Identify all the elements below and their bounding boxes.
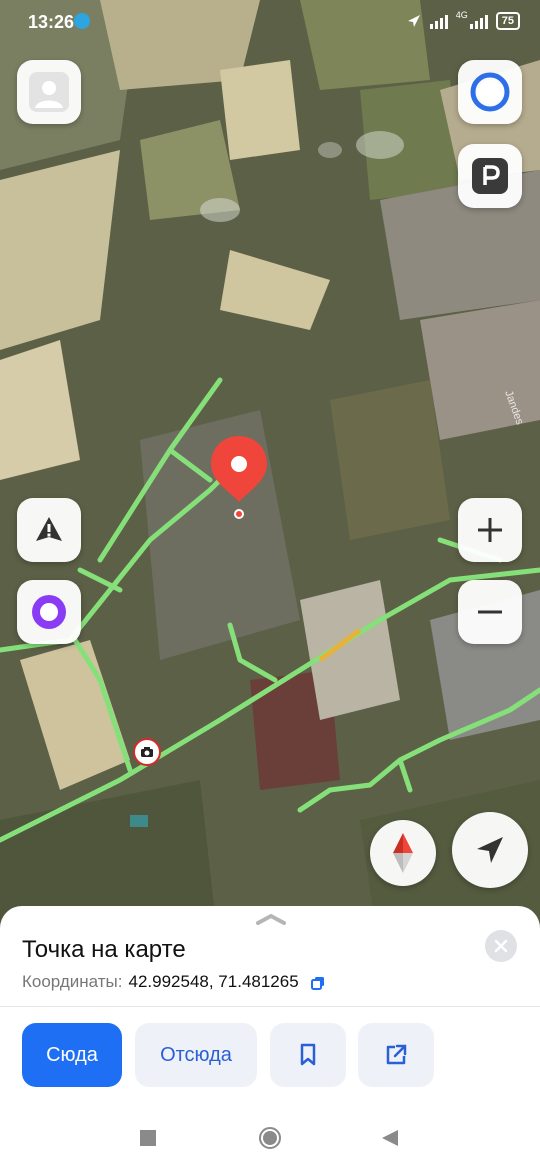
- system-nav-bar: [0, 1100, 540, 1170]
- network-type: 4G: [455, 10, 468, 20]
- coordinates-label: Координаты:: [22, 972, 123, 991]
- alice-button-top[interactable]: [458, 60, 522, 124]
- signal-icon-2: [469, 13, 488, 29]
- recents-icon[interactable]: [139, 1129, 157, 1147]
- signal-icon: [429, 13, 448, 29]
- telegram-icon: [74, 13, 90, 29]
- avatar-icon: [29, 72, 69, 112]
- place-title: Точка на карте: [22, 936, 186, 963]
- route-to-button[interactable]: Сюда: [22, 1023, 122, 1087]
- bookmark-button[interactable]: [270, 1023, 346, 1087]
- divider: [0, 1006, 540, 1007]
- location-pin-icon[interactable]: [207, 432, 271, 522]
- status-bar: 13:26 4G 75: [0, 0, 540, 44]
- compass-button[interactable]: [370, 820, 436, 886]
- bookmark-icon: [300, 1043, 316, 1066]
- parking-button[interactable]: [458, 144, 522, 208]
- chevron-up-icon[interactable]: [255, 912, 287, 926]
- locate-icon: [477, 837, 503, 863]
- route-from-button[interactable]: Отсюда: [135, 1023, 257, 1087]
- coordinates-value: 42.992548, 71.481265: [128, 972, 299, 991]
- parking-icon: [472, 158, 508, 194]
- alert-icon: [36, 517, 62, 541]
- battery-level: 75: [495, 12, 520, 30]
- zoom-out-icon: [478, 610, 502, 614]
- compass-icon: [393, 833, 413, 873]
- my-location-button[interactable]: [452, 812, 528, 888]
- status-time: 13:26: [28, 12, 75, 32]
- coordinates-row: Координаты: 42.992548, 71.481265: [22, 972, 325, 992]
- location-arrow-icon: [407, 15, 420, 27]
- copy-icon[interactable]: [311, 976, 325, 990]
- alice-voice-button[interactable]: [17, 580, 81, 644]
- zoom-in-button[interactable]: [458, 498, 522, 562]
- profile-button[interactable]: [17, 60, 81, 124]
- close-button[interactable]: [485, 930, 517, 962]
- alice-assistant-icon: [32, 595, 66, 629]
- back-icon[interactable]: [380, 1128, 400, 1148]
- zoom-in-icon: [478, 518, 502, 542]
- home-icon[interactable]: [258, 1126, 282, 1150]
- close-icon: [494, 939, 508, 953]
- report-incident-button[interactable]: [17, 498, 81, 562]
- camera-icon[interactable]: [133, 738, 161, 766]
- share-icon: [386, 1044, 407, 1065]
- alice-assistant-icon: [470, 72, 510, 112]
- share-button[interactable]: [358, 1023, 434, 1087]
- zoom-out-button[interactable]: [458, 580, 522, 644]
